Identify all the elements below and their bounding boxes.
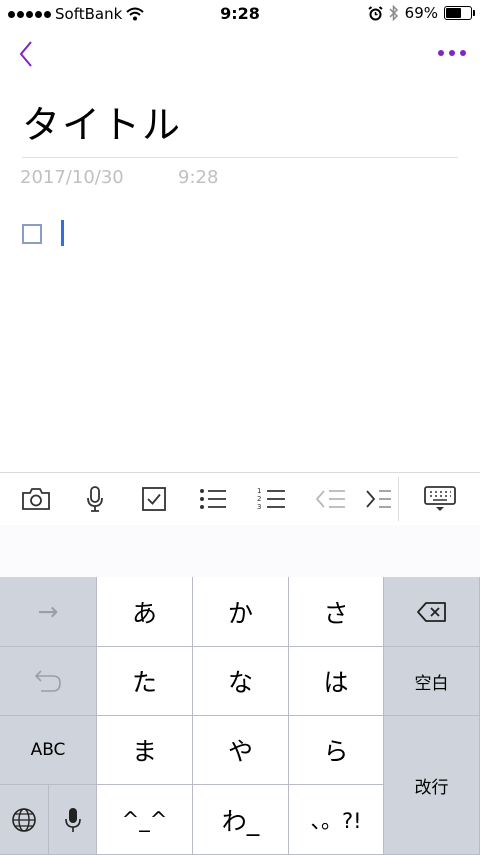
backspace-icon [416, 601, 446, 622]
svg-text:3: 3 [257, 503, 261, 511]
key-a[interactable]: あ [97, 577, 193, 647]
todo-checkbox[interactable] [22, 224, 42, 244]
key-ya[interactable]: や [193, 716, 289, 785]
key-na-label: な [227, 668, 253, 697]
key-space-label: 空白 [414, 673, 449, 694]
undo-icon [34, 670, 61, 692]
note-title[interactable]: タイトル [22, 94, 182, 149]
svg-text:1: 1 [257, 487, 261, 495]
outdent-icon [315, 490, 345, 508]
key-return[interactable]: 改行 [384, 716, 480, 855]
status-right: 69% [368, 4, 475, 22]
key-space[interactable]: 空白 [384, 647, 480, 716]
note-date: 2017/10/30 [20, 167, 124, 188]
more-options-icon[interactable] [438, 50, 466, 56]
bulleted-list-icon [200, 489, 226, 509]
key-globe[interactable] [0, 785, 49, 855]
microphone-icon [87, 486, 103, 512]
key-punct-label: 、。?! [310, 808, 362, 833]
checklist-button[interactable] [130, 473, 178, 525]
key-sa-label: さ [323, 598, 349, 628]
key-ma-label: ま [131, 737, 157, 766]
key-ha[interactable]: は [289, 647, 384, 716]
indent-icon [366, 490, 391, 508]
bulleted-list-button[interactable] [189, 473, 237, 525]
numbered-list-button[interactable]: 1 2 3 [248, 473, 296, 525]
format-toolbar: 1 2 3 [0, 472, 480, 526]
checkbox-icon [142, 487, 166, 511]
key-delete[interactable] [384, 577, 480, 647]
key-ka[interactable]: か [193, 577, 289, 647]
battery-percent: 69% [404, 4, 438, 22]
bluetooth-icon [389, 5, 398, 21]
title-divider [22, 157, 458, 158]
back-chevron-icon[interactable] [15, 40, 39, 68]
outdent-button[interactable] [307, 473, 355, 525]
status-bar: SoftBank 9:28 69% [0, 0, 480, 28]
microphone-icon [64, 807, 81, 832]
battery-icon [444, 6, 475, 20]
svg-text:2: 2 [257, 495, 261, 503]
dismiss-keyboard-button[interactable] [410, 473, 470, 525]
key-sa[interactable]: さ [289, 577, 384, 647]
key-dictation[interactable] [49, 785, 97, 855]
camera-button[interactable] [12, 473, 60, 525]
alarm-icon [368, 5, 383, 20]
numbered-list-icon: 1 2 3 [257, 487, 285, 511]
key-abc[interactable]: ABC [0, 716, 97, 785]
key-ka-label: か [227, 598, 253, 628]
key-return-label: 改行 [414, 777, 449, 798]
toolbar-divider [398, 477, 399, 521]
prediction-bar [0, 525, 480, 577]
key-punctuation[interactable]: 、。?! [289, 785, 384, 855]
key-ha-label: は [323, 668, 349, 697]
key-next-label: → [37, 597, 59, 626]
camera-icon [22, 488, 50, 510]
globe-icon [12, 807, 36, 832]
indent-button[interactable] [360, 473, 396, 525]
key-ra[interactable]: ら [289, 716, 384, 785]
key-ma[interactable]: ま [97, 716, 193, 785]
key-undo[interactable] [0, 647, 97, 716]
battery-fill [446, 8, 462, 18]
key-abc-label: ABC [30, 740, 66, 760]
text-cursor [61, 220, 64, 246]
key-ta[interactable]: た [97, 647, 193, 716]
note-time: 9:28 [178, 167, 219, 188]
key-kaomoji[interactable]: ^_^ [97, 785, 193, 855]
key-ra-label: ら [323, 737, 349, 766]
key-ya-label: や [227, 737, 253, 766]
key-next[interactable]: → [0, 577, 97, 647]
key-wa[interactable]: わ_ [193, 785, 289, 855]
key-kaomoji-label: ^_^ [121, 807, 168, 832]
key-na[interactable]: な [193, 647, 289, 716]
voice-button[interactable] [71, 473, 119, 525]
keyboard: → あ か さ た な は 空白 ABC ま や ら 改行 ^_^ わ_ 、。?… [0, 577, 480, 855]
key-a-label: あ [131, 598, 157, 628]
key-ta-label: た [131, 668, 157, 697]
keyboard-dismiss-icon [424, 486, 456, 511]
key-wa-label: わ_ [221, 806, 260, 836]
